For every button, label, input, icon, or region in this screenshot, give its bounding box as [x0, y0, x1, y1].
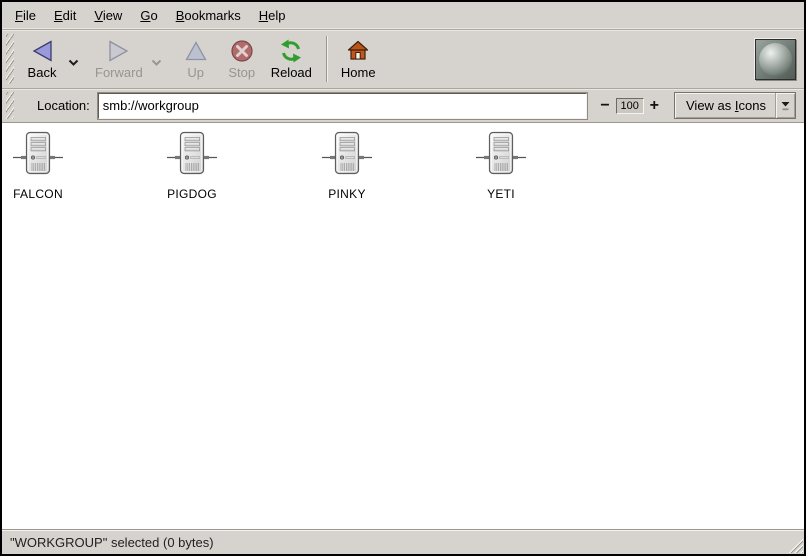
- chevron-down-icon: [151, 53, 162, 71]
- file-manager-window: File Edit View Go Bookmarks Help Back Fo…: [0, 0, 806, 556]
- view-as-dropdown[interactable]: View as Icons: [674, 92, 796, 119]
- network-server-item[interactable]: PIGDOG: [146, 131, 238, 201]
- home-button[interactable]: Home: [335, 36, 382, 82]
- label-rest: ookmarks: [184, 8, 240, 23]
- label-rest: cons: [739, 98, 766, 113]
- location-input[interactable]: [98, 93, 588, 119]
- view-as-label: View as Icons: [686, 98, 766, 113]
- stop-icon: [230, 38, 254, 64]
- menu-bar: File Edit View Go Bookmarks Help: [2, 2, 804, 30]
- throbber: [755, 39, 796, 80]
- label-key: V: [94, 8, 102, 23]
- status-text: "WORKGROUP" selected (0 bytes): [10, 535, 214, 550]
- reload-label: Reload: [271, 66, 312, 80]
- reload-button[interactable]: Reload: [265, 36, 318, 82]
- menu-help[interactable]: Help: [250, 4, 295, 27]
- forward-icon: [107, 38, 131, 64]
- forward-button[interactable]: Forward: [89, 36, 149, 82]
- up-icon: [184, 38, 208, 64]
- label-rest: dit: [63, 8, 77, 23]
- zoom-level-indicator[interactable]: 100: [616, 98, 644, 114]
- forward-label: Forward: [95, 66, 143, 80]
- network-server-item[interactable]: FALCON: [0, 131, 84, 201]
- server-name-label: PINKY: [328, 187, 366, 201]
- throbber-sphere-icon: [759, 43, 792, 76]
- status-bar: "WORKGROUP" selected (0 bytes): [2, 529, 804, 554]
- back-history-dropdown[interactable]: [65, 53, 81, 71]
- network-server-item[interactable]: PINKY: [301, 131, 393, 201]
- back-button[interactable]: Back: [19, 36, 65, 82]
- label-rest: iew: [103, 8, 123, 23]
- label-key: E: [54, 8, 63, 23]
- server-icon: [12, 131, 64, 182]
- reload-icon: [278, 38, 304, 64]
- menu-view[interactable]: View: [85, 4, 131, 27]
- zoom-controls: − 100 +: [599, 98, 660, 114]
- location-bar: Location: − 100 + View as Icons: [2, 89, 804, 123]
- dropdown-indicator-icon: [775, 93, 795, 118]
- server-icon: [166, 131, 218, 182]
- menu-file[interactable]: File: [6, 4, 45, 27]
- zoom-out-button[interactable]: −: [599, 99, 610, 113]
- locationbar-drag-handle[interactable]: [6, 92, 14, 119]
- back-icon: [30, 38, 54, 64]
- label-key: H: [259, 8, 268, 23]
- menu-bookmarks[interactable]: Bookmarks: [167, 4, 250, 27]
- stop-label: Stop: [228, 66, 255, 80]
- back-label: Back: [28, 66, 57, 80]
- stop-button[interactable]: Stop: [219, 36, 265, 82]
- zoom-in-button[interactable]: +: [649, 99, 660, 113]
- menu-edit[interactable]: Edit: [45, 4, 85, 27]
- up-button[interactable]: Up: [173, 36, 219, 82]
- location-label: Location:: [37, 98, 90, 113]
- toolbar-separator: [326, 36, 327, 82]
- chevron-down-icon: [68, 53, 79, 71]
- server-icon: [475, 131, 527, 182]
- forward-history-dropdown[interactable]: [149, 53, 165, 71]
- home-label: Home: [341, 66, 376, 80]
- label-key: G: [140, 8, 150, 23]
- menu-go[interactable]: Go: [131, 4, 166, 27]
- server-icon: [321, 131, 373, 182]
- network-server-item[interactable]: YETI: [455, 131, 547, 201]
- icon-view: FALCON PIGDOG: [2, 123, 804, 529]
- server-name-label: YETI: [487, 187, 515, 201]
- server-name-label: PIGDOG: [167, 187, 217, 201]
- label-pre: View as: [686, 98, 735, 113]
- label-rest: ile: [23, 8, 36, 23]
- toolbar-drag-handle[interactable]: [6, 34, 14, 84]
- label-key: F: [15, 8, 23, 23]
- home-icon: [346, 38, 370, 64]
- tool-bar: Back Forward Up: [2, 30, 804, 89]
- label-rest: elp: [268, 8, 285, 23]
- resize-grip[interactable]: [786, 536, 803, 553]
- up-label: Up: [187, 66, 204, 80]
- label-rest: o: [150, 8, 157, 23]
- server-name-label: FALCON: [13, 187, 63, 201]
